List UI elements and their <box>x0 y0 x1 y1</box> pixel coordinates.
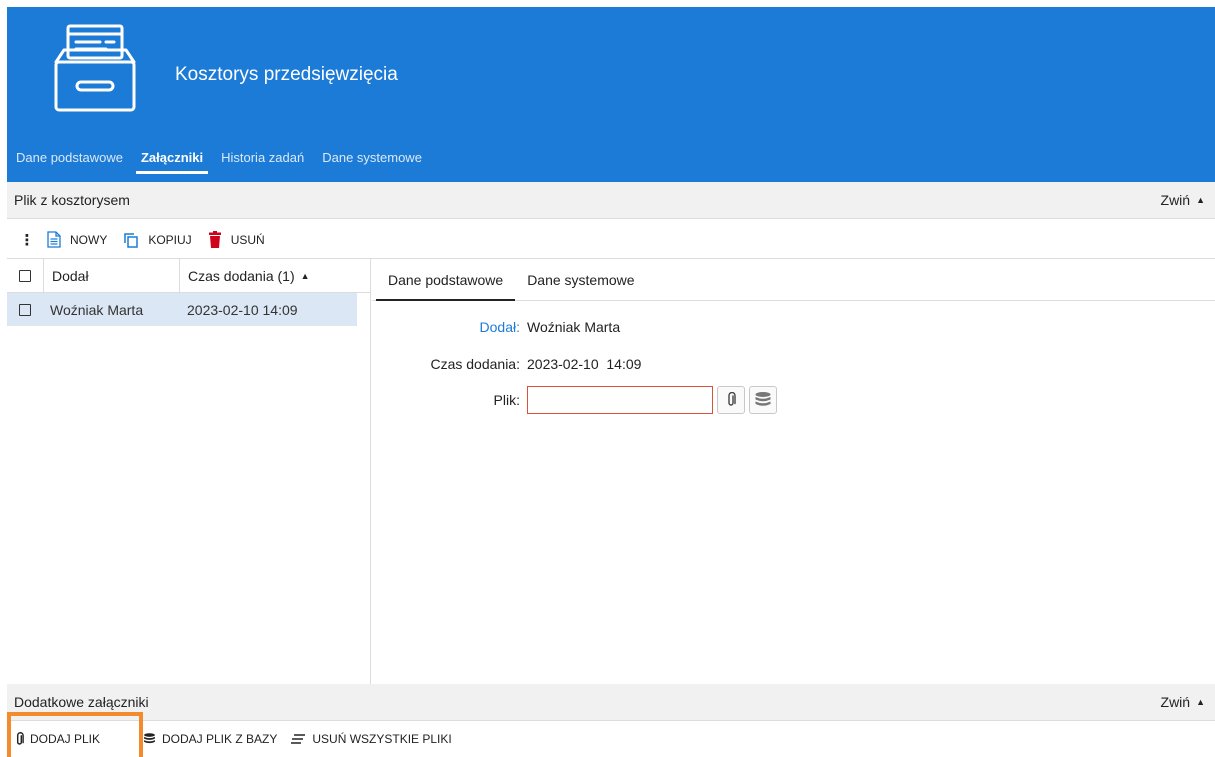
detail-tabs: Dane podstawowe Dane systemowe <box>372 259 1215 301</box>
file-list: Dodał Czas dodania (1) ▲ Woźniak Marta 20… <box>7 259 371 684</box>
collapse-label: Zwiń <box>1160 694 1191 710</box>
paperclip-icon <box>728 392 736 406</box>
app-title: Kosztorys przedsięwzięcia <box>175 64 398 85</box>
table-row[interactable]: Woźniak Marta 2023-02-10 14:09 <box>7 293 357 326</box>
field-dodal: Dodał: Woźniak Marta <box>382 319 621 335</box>
section-header-dodatkowe: Dodatkowe załączniki Zwiń ▲ <box>7 684 1215 721</box>
czas-dodania-value: 2023-02-10 14:09 <box>527 356 642 372</box>
toolbar: ⋮ NOWY KOPIUJ USUŃ <box>7 221 1215 259</box>
clear-all-icon <box>291 734 306 744</box>
highlight-frame <box>7 712 143 757</box>
new-label: NOWY <box>70 232 108 247</box>
plik-input[interactable] <box>527 386 713 414</box>
dodal-label: Dodał: <box>479 319 520 335</box>
collapse-label: Zwiń <box>1160 192 1191 208</box>
row-checkbox[interactable] <box>19 303 31 316</box>
section-title: Plik z kosztorysem <box>14 192 130 208</box>
file-cabinet-icon <box>50 22 140 114</box>
database-icon <box>755 392 771 406</box>
caret-up-icon: ▲ <box>1196 697 1205 707</box>
czas-dodania-label: Czas dodania: <box>430 356 520 372</box>
document-icon <box>47 231 61 248</box>
cell-dodal: Woźniak Marta <box>50 301 144 318</box>
remove-all-files-button[interactable]: USUŃ WSZYSTKIE PLIKI <box>284 721 458 757</box>
add-file-from-db-button[interactable]: DODAJ PLIK Z BAZY <box>143 721 284 757</box>
tab-dane-podstawowe[interactable]: Dane podstawowe <box>7 147 132 182</box>
more-menu-icon[interactable]: ⋮ <box>17 231 37 249</box>
section-header-plik: Plik z kosztorysem Zwiń ▲ <box>7 182 1215 219</box>
tab-historia-zadan[interactable]: Historia zadań <box>212 147 313 182</box>
detail-panel: Dane podstawowe Dane systemowe Dodał: Wo… <box>372 259 1215 684</box>
copy-label: KOPIUJ <box>148 232 192 247</box>
plik-label: Plik: <box>493 392 520 408</box>
section-title: Dodatkowe załączniki <box>14 694 149 710</box>
sort-asc-icon: ▲ <box>300 270 310 281</box>
trash-icon <box>208 231 221 248</box>
attach-file-button[interactable] <box>717 386 745 414</box>
collapse-button[interactable]: Zwiń ▲ <box>1161 694 1205 710</box>
collapse-button[interactable]: Zwiń ▲ <box>1161 192 1205 208</box>
app-header: Kosztorys przedsięwzięcia Dane podstawow… <box>7 7 1215 182</box>
new-button[interactable]: NOWY <box>47 231 107 248</box>
column-header-czas-dodania[interactable]: Czas dodania (1) ▲ <box>179 259 370 292</box>
list-header: Dodał Czas dodania (1) ▲ <box>7 259 370 293</box>
delete-button[interactable]: USUŃ <box>208 231 265 248</box>
attachments-toolbar: DODAJ PLIK DODAJ PLIK Z BAZY USUŃ WSZYST… <box>7 721 1215 757</box>
file-from-db-button[interactable] <box>749 386 777 414</box>
cell-czas-dodania: 2023-02-10 14:09 <box>187 301 298 318</box>
copy-button[interactable]: KOPIUJ <box>123 232 192 248</box>
caret-up-icon: ▲ <box>1196 195 1205 205</box>
column-header-dodal[interactable]: Dodał <box>43 259 179 292</box>
field-czas-dodania: Czas dodania: 2023-02-10 14:09 <box>382 356 641 372</box>
add-file-from-db-label: DODAJ PLIK Z BAZY <box>162 732 278 746</box>
tab-dane-systemowe[interactable]: Dane systemowe <box>313 147 431 182</box>
copy-icon <box>124 232 139 248</box>
dodal-value: Woźniak Marta <box>527 319 621 335</box>
tab-zalaczniki[interactable]: Załączniki <box>132 147 212 182</box>
delete-label: USUŃ <box>230 232 265 247</box>
select-all-checkbox[interactable] <box>19 269 31 282</box>
remove-all-files-label: USUŃ WSZYSTKIE PLIKI <box>312 732 452 746</box>
database-icon <box>144 733 155 744</box>
detail-tab-dane-systemowe[interactable]: Dane systemowe <box>515 259 646 300</box>
detail-tab-dane-podstawowe[interactable]: Dane podstawowe <box>376 259 516 301</box>
main-tabs: Dane podstawowe Załączniki Historia zada… <box>7 147 431 182</box>
field-plik: Plik: <box>382 386 777 414</box>
